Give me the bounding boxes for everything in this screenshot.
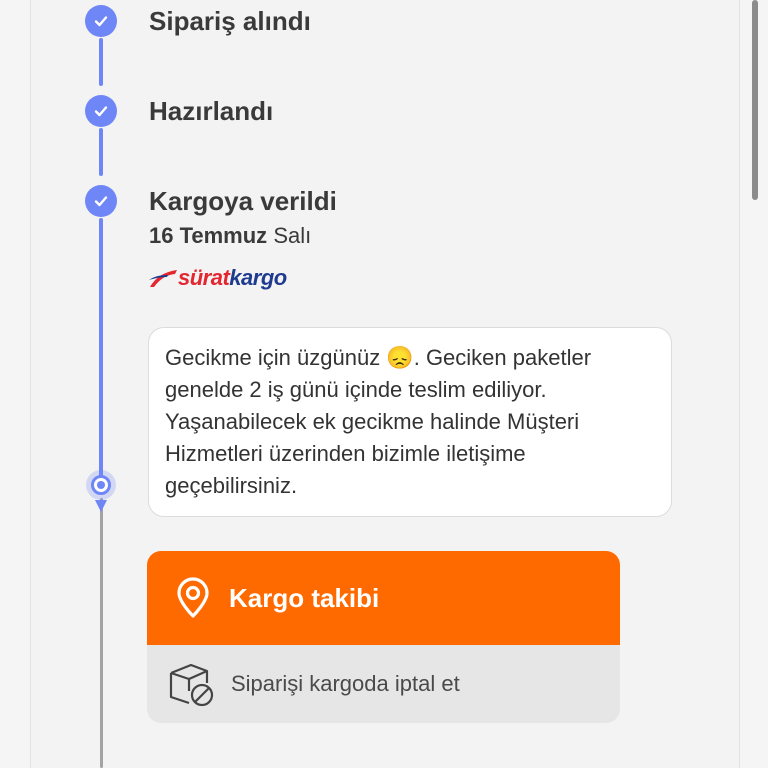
track-shipment-button[interactable]: Kargo takibi	[147, 551, 620, 645]
shipped-day: 16 Temmuz	[149, 223, 268, 248]
timeline-connector	[99, 38, 103, 86]
logo-text-kargo: kargo	[229, 265, 287, 290]
timeline-connector	[99, 218, 103, 480]
check-icon	[85, 95, 117, 127]
box-cancel-icon	[167, 661, 215, 707]
surat-kargo-swoosh-icon	[149, 270, 177, 287]
timeline-connector-pending	[99, 498, 103, 768]
timeline-arrow	[95, 500, 107, 512]
location-pin-icon	[175, 577, 211, 619]
current-position-marker	[86, 470, 116, 500]
step-title-order-received: Sipariş alındı	[149, 6, 311, 36]
surat-kargo-logo: sürat kargo	[148, 262, 287, 294]
delay-message-box: Gecikme için üzgünüz 😞. Geciken paketler…	[148, 327, 672, 517]
shipped-date: 16 Temmuz Salı	[149, 223, 311, 249]
cancel-order-label: Siparişi kargoda iptal et	[231, 671, 460, 696]
check-icon	[85, 185, 117, 217]
track-shipment-label: Kargo takibi	[229, 582, 380, 613]
check-icon	[85, 5, 117, 37]
cancel-order-in-cargo-button[interactable]: Siparişi kargoda iptal et	[147, 645, 620, 723]
timeline-connector	[99, 128, 103, 176]
step-title-shipped: Kargoya verildi	[149, 186, 337, 216]
shipped-weekday: Salı	[273, 223, 312, 248]
scrollbar[interactable]	[752, 0, 758, 200]
logo-text-surat: sürat	[178, 265, 230, 290]
step-title-prepared: Hazırlandı	[149, 96, 274, 126]
